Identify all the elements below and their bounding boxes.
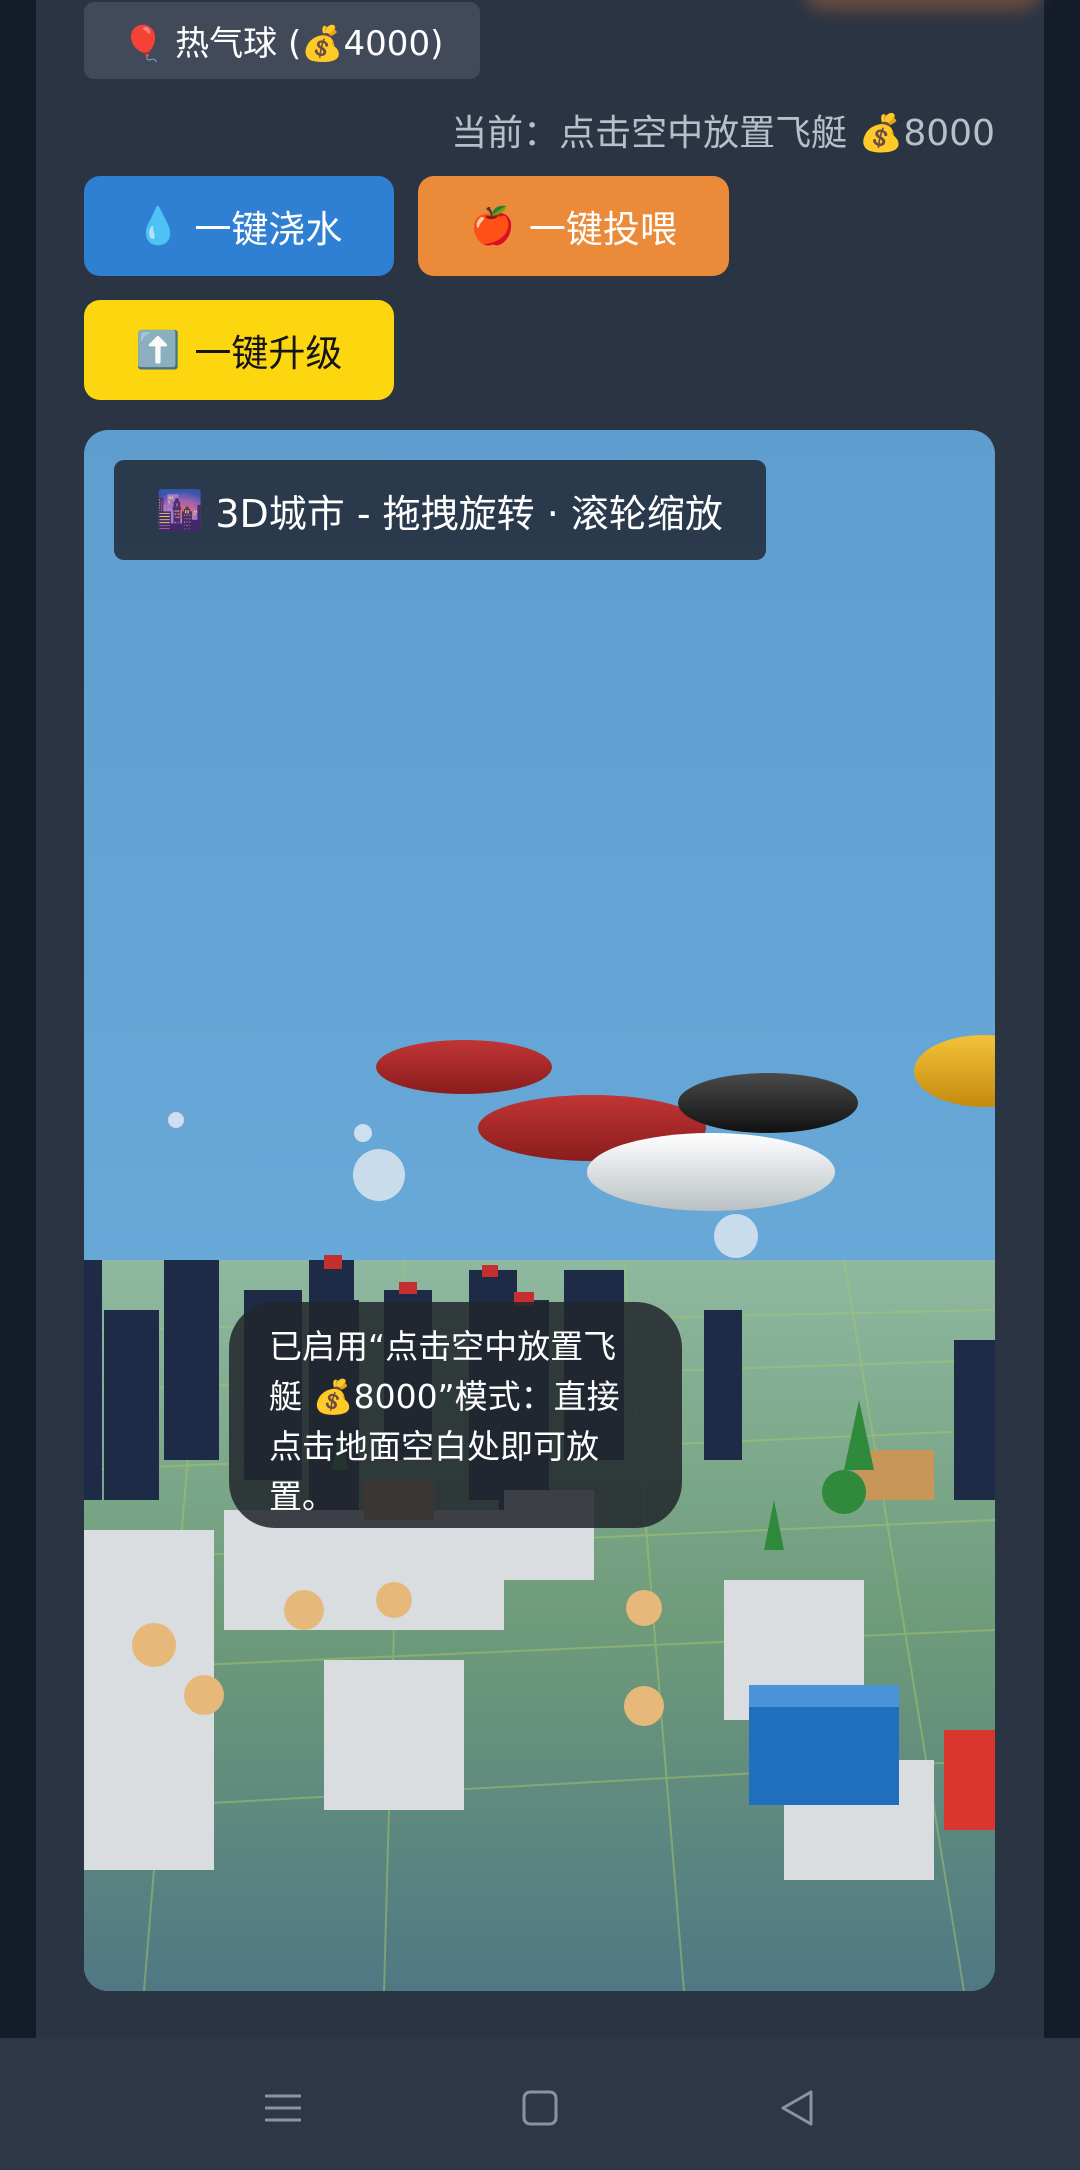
home-icon[interactable] [510,2078,570,2138]
feed-all-label: 一键投喂 [528,208,677,251]
system-nav-bar [0,2038,1080,2170]
menu-icon[interactable] [253,2078,313,2138]
water-all-button[interactable]: 💧 一键浇水 [84,176,394,276]
back-icon[interactable] [767,2078,827,2138]
apple-icon: 🍎 [470,206,515,247]
city-scene-graphic [84,1035,995,1991]
top-orange-glow [805,0,1040,10]
current-mode-text: 当前：点击空中放置飞艇 💰8000 [451,113,995,154]
city-scene-title: 3D城市 - 拖拽旋转 · 滚轮缩放 [215,491,723,536]
feed-all-button[interactable]: 🍎 一键投喂 [418,176,729,276]
city-scene-label: 🌆 3D城市 - 拖拽旋转 · 滚轮缩放 [114,460,766,560]
upgrade-all-label: 一键升级 [194,332,343,375]
up-arrow-icon: ⬆️ [135,330,181,371]
hot-air-balloon-button[interactable]: 🎈 热气球 (💰4000) [84,2,480,79]
upgrade-all-button[interactable]: ⬆️ 一键升级 [84,300,394,400]
placement-mode-toast: 已启用“点击空中放置飞艇 💰8000”模式：直接点击地面空白处即可放置。 [229,1302,682,1528]
hot-air-balloon-label: 🎈 热气球 (💰4000) [122,24,444,64]
city-icon: 🌆 [156,487,204,532]
water-all-label: 一键浇水 [194,208,343,251]
placement-mode-toast-text: 已启用“点击空中放置飞艇 💰8000”模式：直接点击地面空白处即可放置。 [269,1327,620,1516]
city-3d-canvas[interactable]: 🌆 3D城市 - 拖拽旋转 · 滚轮缩放 [84,430,995,1991]
water-drop-icon: 💧 [135,206,181,247]
